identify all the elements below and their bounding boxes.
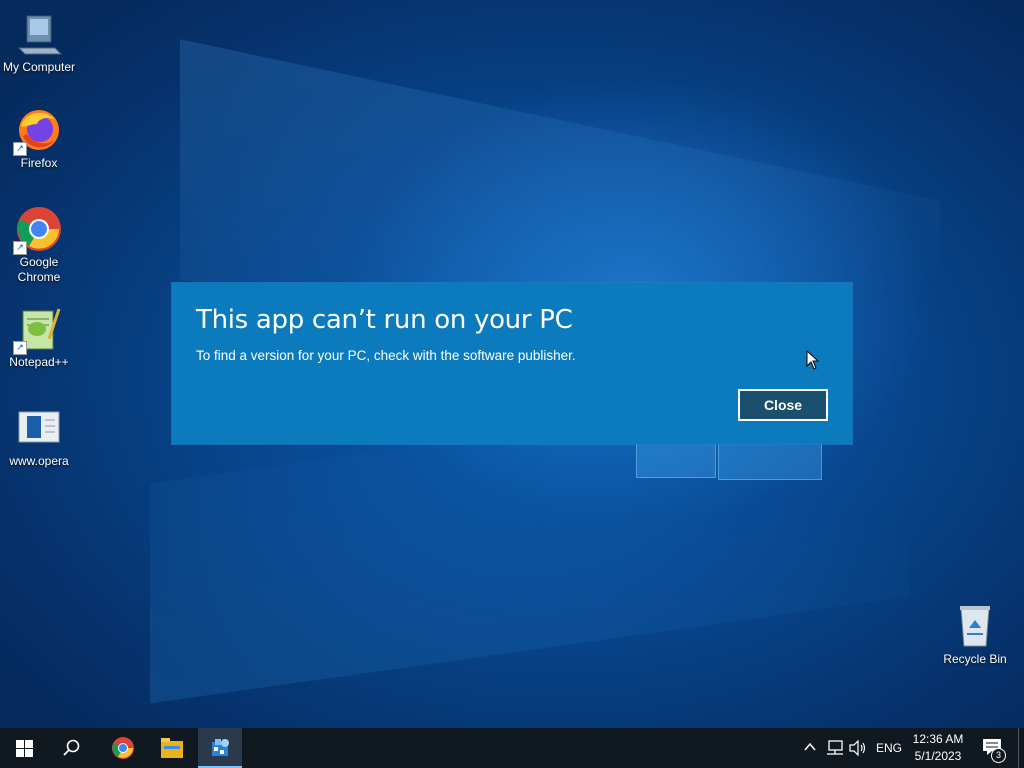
document-icon	[15, 404, 63, 452]
network-icon	[827, 740, 843, 755]
clock-time: 12:36 AM	[912, 732, 964, 746]
clock[interactable]: 12:36 AM 5/1/2023	[906, 731, 970, 765]
computer-icon	[15, 10, 63, 58]
network-button[interactable]	[826, 740, 844, 761]
search-button[interactable]	[48, 728, 96, 768]
taskbar: ENG 12:36 AM 5/1/2023 3	[0, 728, 1024, 768]
desktop-icon-label: Notepad++	[9, 355, 69, 369]
chrome-icon	[112, 737, 134, 759]
firefox-icon: ↗	[13, 106, 63, 156]
desktop-icon-my-computer[interactable]: My Computer	[0, 10, 78, 75]
show-desktop-button[interactable]	[1018, 728, 1019, 768]
desktop-icon-www-opera[interactable]: www.opera	[0, 404, 78, 469]
taskbar-app-installer[interactable]	[198, 728, 242, 768]
start-icon	[15, 739, 33, 757]
dialog-title: This app can’t run on your PC	[196, 305, 573, 335]
taskbar-file-explorer[interactable]	[148, 728, 196, 768]
dialog-message: To find a version for your PC, check wit…	[196, 348, 576, 363]
chevron-up-icon	[804, 742, 816, 751]
notepad-plus-plus-icon: ↗	[13, 305, 63, 355]
show-hidden-icons-button[interactable]	[803, 740, 817, 759]
desktop-icon-notepad-plus-plus[interactable]: ↗ Notepad++	[0, 305, 78, 370]
taskbar-chrome[interactable]	[99, 728, 147, 768]
desktop-icon-firefox[interactable]: ↗ Firefox	[0, 106, 78, 171]
app-installer-icon	[212, 739, 229, 756]
start-button[interactable]	[0, 728, 48, 768]
desktop-icon-recycle-bin[interactable]: Recycle Bin	[936, 602, 1014, 667]
clock-date: 5/1/2023	[914, 749, 962, 763]
app-cannot-run-dialog: This app can’t run on your PC To find a …	[172, 283, 852, 444]
notification-count-badge: 3	[991, 748, 1006, 763]
wallpaper-windows-logo	[636, 440, 822, 480]
desktop-icon-label: My Computer	[2, 60, 76, 74]
chrome-icon: ↗	[13, 205, 63, 255]
language-indicator[interactable]: ENG	[876, 741, 902, 755]
speaker-icon	[849, 739, 866, 757]
desktop-icon-google-chrome[interactable]: ↗ Google Chrome	[0, 205, 78, 285]
action-center-button[interactable]: 3	[982, 738, 1006, 763]
desktop-icon-label: Google Chrome	[17, 255, 61, 284]
desktop-icon-label: www.opera	[9, 454, 69, 468]
file-explorer-icon	[161, 738, 183, 758]
desktop-icon-label: Firefox	[20, 156, 58, 170]
desktop-icon-label: Recycle Bin	[943, 652, 1007, 666]
volume-button[interactable]	[849, 739, 867, 761]
recycle-bin-icon	[951, 602, 999, 650]
mouse-cursor-icon	[806, 349, 820, 375]
search-icon	[63, 739, 80, 756]
close-button[interactable]: Close	[738, 389, 828, 421]
